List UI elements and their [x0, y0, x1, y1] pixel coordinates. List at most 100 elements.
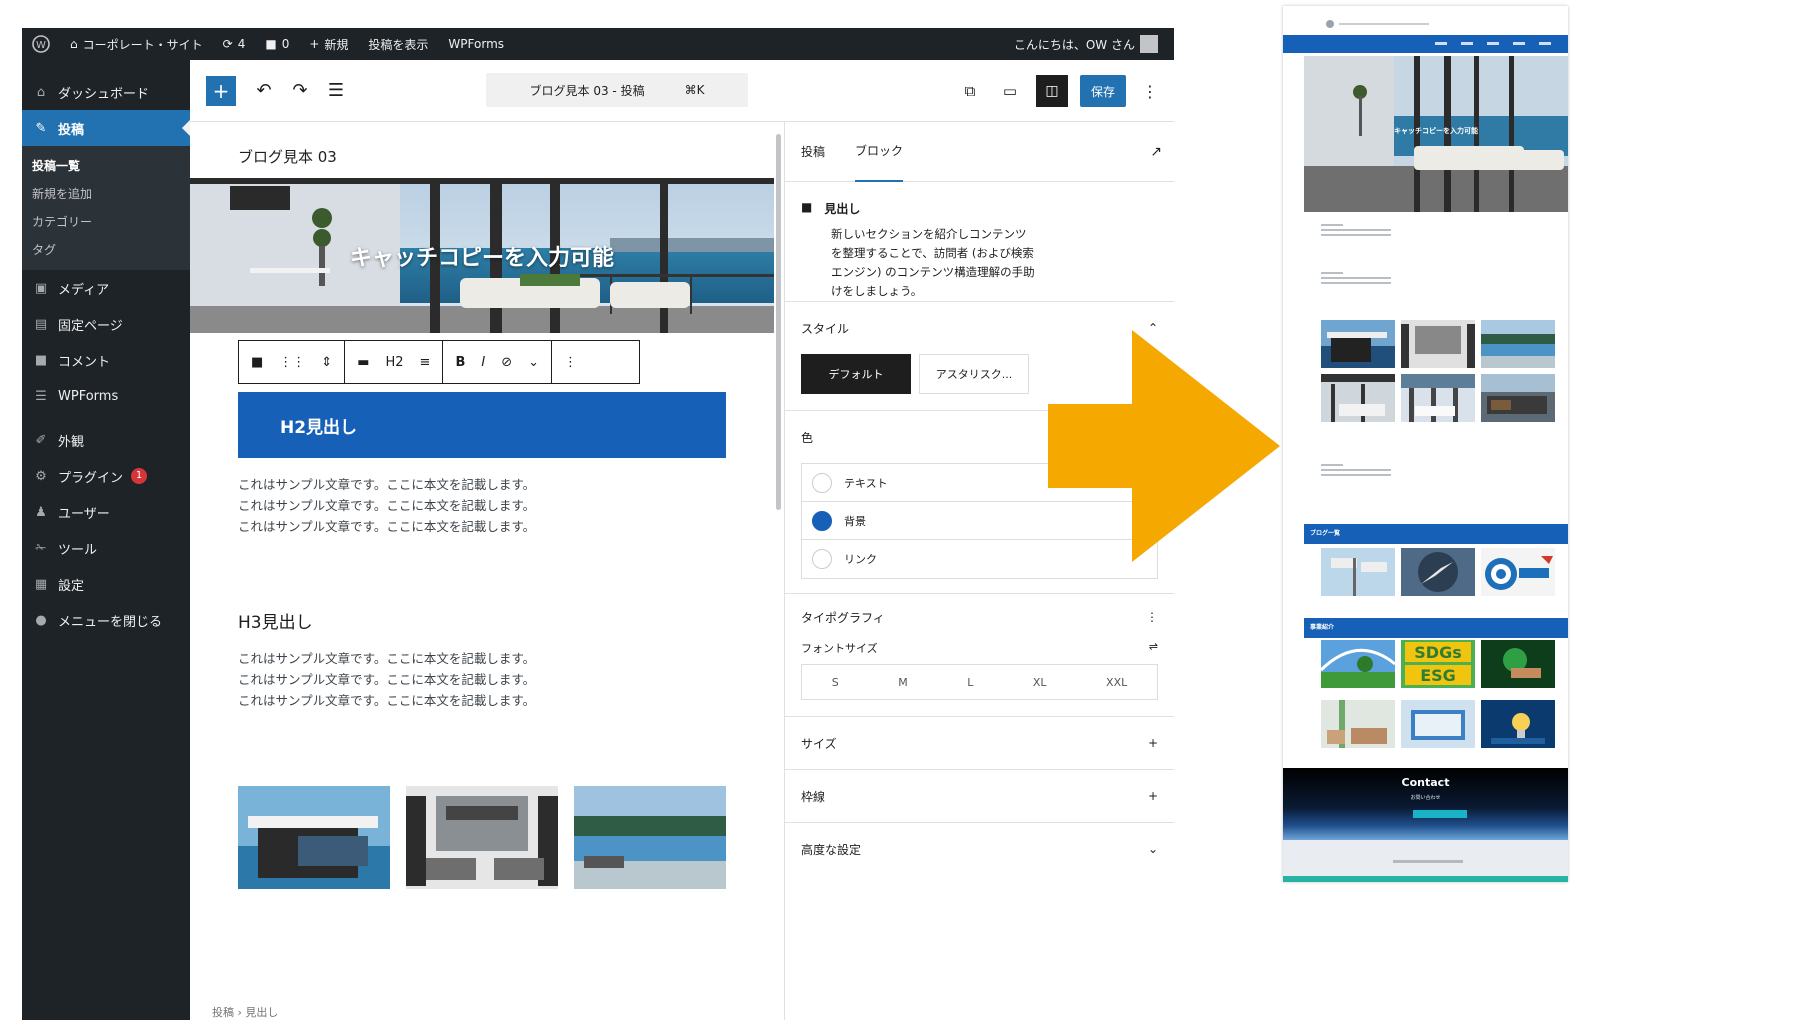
preview-contact-title: Contact: [1401, 776, 1450, 789]
document-title-bar[interactable]: ブログ見本 03 - 投稿 ⌘K: [486, 73, 748, 107]
new-content-link[interactable]: + 新規: [299, 28, 358, 60]
view-post-link[interactable]: 投稿を表示: [358, 28, 438, 60]
view-post-icon[interactable]: ⧉: [956, 75, 984, 107]
document-overview-icon[interactable]: ☰: [318, 75, 354, 107]
submenu-add-new[interactable]: 新規を追加: [22, 180, 190, 208]
font-size-xl[interactable]: XL: [1033, 676, 1047, 689]
save-button[interactable]: 保存: [1080, 75, 1126, 107]
preview-device-icon[interactable]: ▭: [996, 75, 1024, 107]
preview-news-item: [1321, 464, 1391, 479]
sidebar-item-appearance[interactable]: ✐ 外観: [22, 422, 190, 458]
settings-icon: ▦: [34, 576, 48, 592]
gallery-image[interactable]: [574, 786, 726, 889]
collapse-icon: ●: [35, 612, 47, 628]
post-title[interactable]: ブログ見本 03: [238, 146, 337, 167]
preview-gallery-image: [1401, 320, 1475, 368]
close-icon[interactable]: ↗: [1150, 144, 1162, 160]
preview-contact-section: Contact お問い合わせ: [1283, 768, 1568, 840]
move-up-down-icon[interactable]: ⇕: [321, 355, 332, 370]
advanced-panel-toggle[interactable]: 高度な設定 ⌄: [801, 823, 1158, 875]
font-size-s[interactable]: S: [832, 676, 839, 689]
bookmark-icon: ■: [801, 200, 813, 214]
hero-cover-block[interactable]: キャッチコピーを入力可能: [190, 178, 774, 333]
plugin-update-badge: 1: [131, 468, 148, 484]
paragraph-block-1[interactable]: これはサンプル文章です。ここに本文を記載します。 これはサンプル文章です。ここに…: [238, 474, 535, 537]
bold-icon[interactable]: B: [455, 355, 465, 370]
sidebar-item-wpforms[interactable]: ☰ WPForms: [22, 378, 190, 414]
font-size-l[interactable]: L: [967, 676, 973, 689]
account-menu[interactable]: こんにちは、OW さん: [1004, 28, 1174, 60]
submenu-categories[interactable]: カテゴリー: [22, 208, 190, 236]
sidebar-item-tools[interactable]: ✁ ツール: [22, 530, 190, 566]
sidebar-item-collapse[interactable]: ● メニューを閉じる: [22, 602, 190, 638]
command-shortcut: ⌘K: [684, 83, 705, 97]
italic-icon[interactable]: I: [481, 355, 485, 370]
heading-level-icon[interactable]: H2: [386, 355, 404, 370]
text-align-icon[interactable]: ≡: [420, 355, 431, 370]
submenu-tags[interactable]: タグ: [22, 236, 190, 264]
h3-heading-block[interactable]: H3見出し: [238, 608, 313, 633]
sidebar-item-posts[interactable]: ✎ 投稿: [22, 110, 190, 146]
preview-gallery-image: [1401, 374, 1475, 422]
sidebar-item-dashboard[interactable]: ⌂ ダッシュボード: [22, 74, 190, 110]
hero-catchcopy: キャッチコピーを入力可能: [349, 246, 614, 271]
undo-icon[interactable]: ↶: [246, 75, 282, 107]
sidebar-item-plugins[interactable]: ⚙ プラグイン 1: [22, 458, 190, 494]
preview-news-item: [1321, 224, 1391, 239]
gallery-image[interactable]: [238, 786, 390, 889]
swatch-icon: [812, 472, 832, 493]
wpforms-link[interactable]: WPForms: [438, 28, 514, 60]
align-icon[interactable]: ▬: [357, 355, 369, 370]
comments-link[interactable]: ■ 0: [255, 28, 299, 60]
gallery-image[interactable]: [406, 786, 558, 889]
settings-panel-icon[interactable]: ◫: [1036, 75, 1068, 107]
redo-icon[interactable]: ↷: [282, 75, 318, 107]
link-icon[interactable]: ⊘: [501, 355, 512, 370]
drag-handle-icon[interactable]: ⋮⋮: [279, 355, 305, 370]
comments-count: 0: [281, 37, 290, 51]
add-block-button[interactable]: +: [206, 75, 236, 106]
options-icon[interactable]: ⋮: [1146, 610, 1158, 624]
plugin-icon: ⚙: [35, 468, 47, 484]
sidebar-item-comments[interactable]: ■ コメント: [22, 342, 190, 378]
more-options-icon[interactable]: ⋮: [1138, 75, 1162, 107]
tab-post[interactable]: 投稿: [801, 122, 825, 182]
scrollbar-thumb[interactable]: [776, 134, 781, 510]
preview-news-bar: ブログ一覧: [1304, 524, 1568, 544]
chevron-down-icon[interactable]: ⌄: [528, 355, 539, 370]
preview-footer-bar: [1283, 876, 1568, 882]
submenu-all-posts[interactable]: 投稿一覧: [22, 152, 190, 180]
font-size-xxl[interactable]: XXL: [1106, 676, 1127, 689]
block-card: ■ 見出し 新しいセクションを紹介しコンテンツを整理することで、訪問者 (および検…: [785, 182, 1174, 302]
chevron-down-icon: ⌄: [1147, 842, 1158, 856]
preview-service-image: [1321, 700, 1395, 748]
canvas-scrollbar[interactable]: [774, 122, 784, 1020]
paragraph-block-2[interactable]: これはサンプル文章です。ここに本文を記載します。 これはサンプル文章です。ここに…: [238, 648, 535, 711]
custom-size-icon[interactable]: ⇌: [1149, 640, 1158, 656]
style-default-button[interactable]: デフォルト: [801, 354, 911, 394]
comment-icon: ■: [34, 352, 48, 368]
advanced-panel: 高度な設定 ⌄: [785, 823, 1174, 875]
font-size-m[interactable]: M: [898, 676, 908, 689]
sidebar-item-media[interactable]: ▣ メディア: [22, 270, 190, 306]
sidebar-item-pages[interactable]: ▤ 固定ページ: [22, 306, 190, 342]
updates-icon: ⟳: [222, 37, 233, 51]
block-name: 見出し: [824, 202, 861, 216]
wp-logo-icon[interactable]: W: [22, 28, 60, 60]
sidebar-item-users[interactable]: ♟ ユーザー: [22, 494, 190, 530]
swatch-icon: [812, 510, 832, 531]
dimensions-panel-toggle[interactable]: サイズ +: [801, 717, 1158, 769]
preview-sdgs-image: SDGs ESG: [1401, 640, 1475, 688]
block-options-icon[interactable]: ⋮: [564, 355, 577, 370]
bookmark-icon[interactable]: ■: [251, 355, 263, 370]
site-name-link[interactable]: ⌂ コーポレート・サイト: [60, 28, 213, 60]
preview-hero: キャッチコピーを入力可能: [1304, 56, 1568, 212]
wordpress-editor-screenshot: W ⌂ コーポレート・サイト ⟳ 4 ■ 0 + 新規 投稿を表示 WPForm…: [22, 28, 1174, 1020]
style-asterisk-button[interactable]: アスタリスク...: [919, 354, 1029, 394]
h2-heading-block[interactable]: H2見出し: [238, 392, 726, 458]
border-panel-toggle[interactable]: 枠線 +: [801, 770, 1158, 822]
updates-link[interactable]: ⟳ 4: [213, 28, 256, 60]
preview-gallery-image: [1321, 320, 1395, 368]
sidebar-item-settings[interactable]: ▦ 設定: [22, 566, 190, 602]
tab-block[interactable]: ブロック: [855, 122, 904, 182]
